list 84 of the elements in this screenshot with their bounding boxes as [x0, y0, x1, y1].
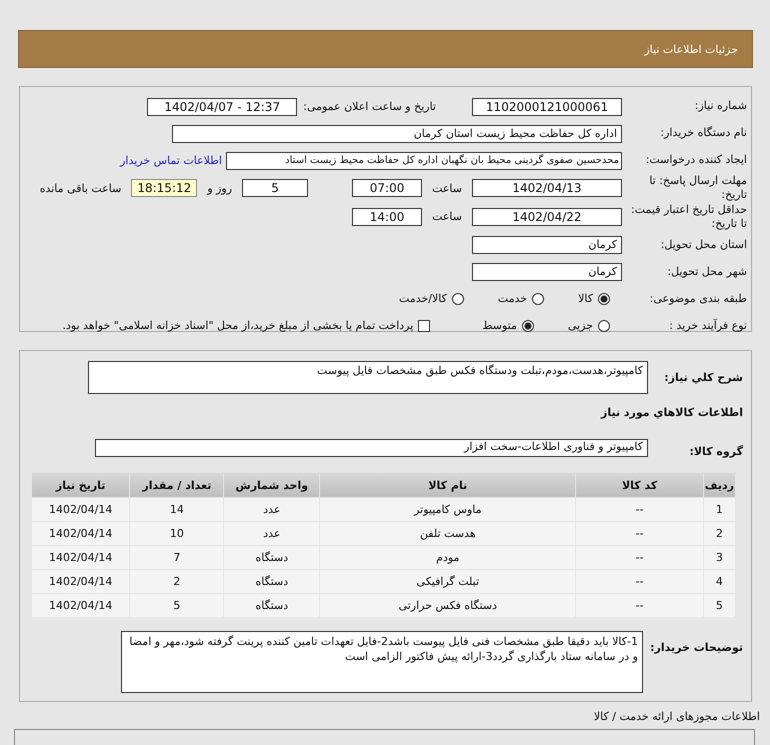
table-cell: دستگاه: [224, 570, 320, 593]
field-label: ایجاد کننده درخواست:: [644, 153, 748, 168]
table-cell: 2: [704, 522, 735, 545]
radio-label: متوسط: [482, 319, 517, 332]
buyer-notes-field: 1-کالا باید دقیقا طبق مشخصات فنی فایل پیوست باشد2-فایل تعهدات تامین کننده پرینت گرفته شود،مهر و امضا و در سامانه ستاد بارگذاری گردد3-ارائه پیش فاکتور الزامی است: [121, 631, 643, 693]
table-cell: 1402/04/14: [32, 498, 130, 521]
field-label: تاریخ و ساعت اعلان عمومی:: [303, 100, 436, 113]
table-cell: مودم: [320, 546, 576, 569]
section-title: اطلاعات مجوزهای ارائه خدمت / کالا: [592, 710, 760, 723]
field-label: استان محل تحویل:: [660, 238, 748, 252]
radio-label: کالا/خدمت: [399, 292, 447, 306]
summary-field: کامپیوتر،هدست،مودم،تبلت ودستگاه فکس طبق مشخصات فایل پیوست: [88, 361, 648, 394]
checkbox-label: پرداخت تمام یا بخشی از مبلغ خرید،از محل "اسناد خزانه اسلامی" خواهد بود.: [62, 319, 414, 332]
need-number-field: 1102000121000061: [472, 98, 622, 116]
table-cell: عدد: [224, 498, 320, 521]
table-cell: 5: [130, 594, 224, 617]
radio-button[interactable]: [522, 320, 534, 332]
field-label: ساعت باقی مانده: [40, 182, 122, 195]
field-label: شماره نیاز:: [694, 99, 748, 114]
days-field: 5: [242, 179, 308, 198]
table-cell: 1402/04/14: [32, 570, 130, 593]
column-header: ردیف: [704, 473, 735, 497]
column-header: واحد شمارش: [224, 473, 320, 497]
field-label: روز و: [207, 182, 232, 195]
buyer-field: اداره کل حفاظت محیط زیست استان کرمان: [172, 124, 622, 142]
field-label: مهلت ارسال پاسخ: تا تاریخ:: [648, 174, 748, 203]
field-label: حداقل تاریخ اعتبار قیمت: تا تاریخ:: [630, 202, 748, 232]
radio-button[interactable]: [452, 292, 464, 305]
radio-label: کالا: [578, 292, 593, 306]
goods-group-field: کامپیوتر و فناوری اطلاعات-سخت افزار: [95, 439, 648, 457]
section-title: اطلاعات کالاهاي مورد نیاز: [600, 406, 744, 419]
table-cell: --: [576, 498, 703, 521]
radio-label: خدمت: [498, 292, 528, 306]
table-cell: 10: [130, 522, 224, 545]
table-cell: --: [576, 546, 703, 569]
field-label: شهر محل تحویل:: [666, 264, 748, 279]
table-cell: 1402/04/14: [32, 522, 130, 545]
table-cell: 2: [130, 570, 224, 593]
table-cell: 4: [704, 570, 735, 593]
table-cell: 14: [130, 498, 224, 521]
table-cell: --: [576, 570, 703, 593]
field-label: شرح کلي نیاز:: [663, 371, 744, 384]
radio-button[interactable]: [598, 292, 610, 305]
creator-field: محدحسین صفوی گردینی محیط بان نگهبان اداره کل حفاظت محیط زیست استاد: [226, 152, 622, 170]
table-cell: 1: [704, 498, 735, 521]
table-cell: 3: [704, 546, 735, 569]
checkbox[interactable]: [418, 320, 430, 332]
table-cell: هدست تلفن: [320, 522, 576, 545]
column-header: نام کالا: [320, 473, 576, 497]
table-cell: 1402/04/14: [32, 594, 130, 617]
field-label: توضیحات خریدار:: [649, 641, 744, 654]
page-title: جزئیات اطلاعات نیاز: [644, 42, 738, 56]
field-label: نام دستگاه خریدار:: [659, 126, 748, 141]
table-cell: --: [576, 594, 703, 617]
radio-button[interactable]: [598, 320, 610, 332]
table-cell: عدد: [224, 522, 320, 545]
time-field: 07:00: [352, 179, 422, 198]
field-label: نوع فرآیند خرید :: [668, 318, 748, 333]
field-label: طبقه بندی موضوعی:: [648, 292, 748, 306]
contact-link[interactable]: اطلاعات تماس خریدار: [120, 154, 222, 167]
announce-date-field: 1402/04/07 - 12:37: [147, 98, 298, 116]
column-header: کد کالا: [576, 473, 703, 497]
remaining-time-field: 18:15:12: [131, 179, 198, 198]
column-header: تعداد / مقدار: [130, 473, 224, 497]
table-cell: تبلت گرافیکی: [320, 570, 576, 593]
table-cell: دستگاه: [224, 594, 320, 617]
date-field: 1402/04/13: [472, 179, 622, 198]
table-cell: 7: [130, 546, 224, 569]
field-label: گروه کالا:: [688, 445, 744, 458]
table-cell: 1402/04/14: [32, 546, 130, 569]
table-cell: ماوس کامپیوتر: [320, 498, 576, 521]
table-cell: دستگاه فکس حرارتی: [320, 594, 576, 617]
table-cell: --: [576, 522, 703, 545]
radio-label: جزیی: [568, 319, 593, 332]
province-field: کرمان: [472, 236, 622, 254]
table-cell: دستگاه: [224, 546, 320, 569]
city-field: کرمان: [472, 262, 622, 281]
column-header: تاریخ نیاز: [32, 473, 130, 497]
field-label: ساعت: [432, 210, 462, 224]
date-field: 1402/04/22: [472, 208, 622, 226]
time-field: 14:00: [352, 208, 422, 226]
field-label: ساعت: [432, 182, 462, 195]
radio-button[interactable]: [532, 292, 544, 305]
table-cell: 5: [704, 594, 735, 617]
